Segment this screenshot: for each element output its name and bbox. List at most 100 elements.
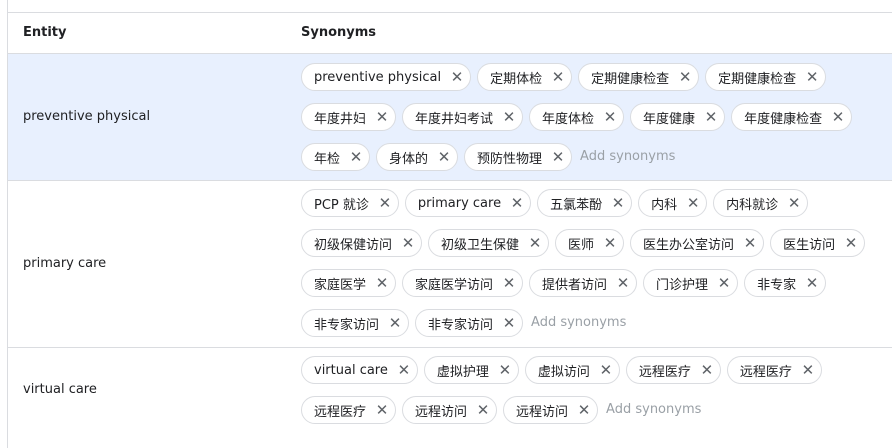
- synonym-chip[interactable]: 年度健康检查 ✕: [731, 103, 853, 131]
- close-icon[interactable]: ✕: [375, 275, 389, 291]
- close-icon[interactable]: ✕: [476, 402, 490, 418]
- close-icon[interactable]: ✕: [805, 69, 819, 85]
- close-icon[interactable]: ✕: [787, 195, 801, 211]
- close-icon[interactable]: ✕: [577, 402, 591, 418]
- synonym-chip[interactable]: 非专家访问 ✕: [415, 309, 524, 337]
- add-synonyms-input[interactable]: Add synonyms: [606, 396, 701, 424]
- close-icon[interactable]: ✕: [603, 235, 617, 251]
- chip-row: 家庭医学 ✕ 家庭医学访问 ✕ 提供者访问 ✕ 门诊护理 ✕ 非专家 ✕: [301, 269, 832, 299]
- synonym-chip[interactable]: 初级卫生保健 ✕: [428, 229, 550, 257]
- entity-name[interactable]: virtual care: [23, 382, 97, 397]
- synonym-chip[interactable]: primary care ✕: [404, 189, 532, 217]
- synonym-chip[interactable]: 医师 ✕: [555, 229, 625, 257]
- synonyms-cell: preventive physical ✕ 定期体检 ✕ 定期健康检查 ✕ 定期健康检查 ✕ …: [301, 54, 892, 180]
- synonym-chip[interactable]: 远程医疗 ✕: [301, 396, 397, 424]
- close-icon[interactable]: ✕: [437, 149, 451, 165]
- entity-name[interactable]: primary care: [23, 256, 106, 271]
- close-icon[interactable]: ✕: [502, 315, 516, 331]
- close-icon[interactable]: ✕: [510, 195, 524, 211]
- synonyms-column-header: Synonyms: [301, 25, 377, 40]
- chip-row: 初级保健访问 ✕ 初级卫生保健 ✕ 医师 ✕ 医生办公室访问 ✕ 医生访问 ✕: [301, 229, 871, 259]
- synonym-chip[interactable]: 远程访问 ✕: [503, 396, 599, 424]
- add-synonyms-input[interactable]: Add synonyms: [531, 309, 626, 337]
- synonym-chip[interactable]: 年度井妇 ✕: [301, 103, 397, 131]
- close-icon[interactable]: ✕: [551, 69, 565, 85]
- close-icon[interactable]: ✕: [611, 195, 625, 211]
- close-icon[interactable]: ✕: [603, 109, 617, 125]
- synonyms-cell: PCP 就诊 ✕ primary care ✕ 五氯苯酚 ✕ 内科 ✕ 内科就诊 ✕ 初级保健访问…: [301, 181, 892, 347]
- close-icon[interactable]: ✕: [743, 235, 757, 251]
- close-icon[interactable]: ✕: [498, 362, 512, 378]
- close-icon[interactable]: ✕: [616, 275, 630, 291]
- close-icon[interactable]: ✕: [801, 362, 815, 378]
- synonym-chip[interactable]: 医生办公室访问 ✕: [630, 229, 765, 257]
- synonym-chip[interactable]: 家庭医学访问 ✕: [402, 269, 524, 297]
- chip-row: 非专家访问 ✕ 非专家访问 ✕ Add synonyms: [301, 309, 626, 339]
- synonym-chip[interactable]: 虚拟护理 ✕: [423, 356, 519, 384]
- synonym-chip[interactable]: 远程医疗 ✕: [726, 356, 822, 384]
- close-icon[interactable]: ✕: [375, 402, 389, 418]
- synonym-chip[interactable]: 年度体检 ✕: [529, 103, 625, 131]
- entity-table: Entity Synonyms preventive physical prev…: [7, 0, 892, 448]
- synonym-chip[interactable]: 医生访问 ✕: [770, 229, 866, 257]
- synonym-chip[interactable]: 初级保健访问 ✕: [301, 229, 423, 257]
- add-synonyms-input[interactable]: Add synonyms: [580, 143, 675, 171]
- close-icon[interactable]: ✕: [599, 362, 613, 378]
- synonym-chip[interactable]: 年度健康 ✕: [630, 103, 726, 131]
- synonym-chip[interactable]: 远程访问 ✕: [402, 396, 498, 424]
- close-icon[interactable]: ✕: [805, 275, 819, 291]
- close-icon[interactable]: ✕: [700, 362, 714, 378]
- synonym-chip[interactable]: 提供者访问 ✕: [529, 269, 638, 297]
- table-header-row: Entity Synonyms: [7, 13, 892, 54]
- synonym-chip[interactable]: 定期体检 ✕: [477, 63, 573, 91]
- synonym-chip[interactable]: 门诊护理 ✕: [643, 269, 739, 297]
- chip-row: 年度井妇 ✕ 年度井妇考试 ✕ 年度体检 ✕ 年度健康 ✕ 年度健康检查 ✕: [301, 103, 858, 133]
- synonym-chip[interactable]: 身体的 ✕: [376, 143, 459, 171]
- chip-row: virtual care ✕ 虚拟护理 ✕ 虚拟访问 ✕ 远程医疗 ✕ 远程医疗 ✕: [301, 356, 828, 386]
- close-icon[interactable]: ✕: [502, 275, 516, 291]
- chip-row: PCP 就诊 ✕ primary care ✕ 五氯苯酚 ✕ 内科 ✕ 内科就诊 ✕: [301, 189, 814, 219]
- synonym-chip[interactable]: 年度井妇考试 ✕: [402, 103, 524, 131]
- close-icon[interactable]: ✕: [397, 362, 411, 378]
- synonym-chip[interactable]: 年检 ✕: [301, 143, 371, 171]
- synonym-chip[interactable]: virtual care ✕: [301, 356, 418, 384]
- close-icon[interactable]: ✕: [704, 109, 718, 125]
- synonym-chip[interactable]: 非专家访问 ✕: [301, 309, 410, 337]
- close-icon[interactable]: ✕: [686, 195, 700, 211]
- close-icon[interactable]: ✕: [388, 315, 402, 331]
- synonyms-cell: virtual care ✕ 虚拟护理 ✕ 虚拟访问 ✕ 远程医疗 ✕ 远程医疗 ✕ 远程医疗 ✕ 远…: [301, 348, 892, 448]
- close-icon[interactable]: ✕: [502, 109, 516, 125]
- synonym-chip[interactable]: 预防性物理 ✕: [464, 143, 573, 171]
- table-top-border: [7, 0, 892, 13]
- close-icon[interactable]: ✕: [349, 149, 363, 165]
- close-icon[interactable]: ✕: [717, 275, 731, 291]
- close-icon[interactable]: ✕: [375, 109, 389, 125]
- synonym-chip[interactable]: preventive physical ✕: [301, 63, 472, 91]
- close-icon[interactable]: ✕: [844, 235, 858, 251]
- synonym-chip[interactable]: 家庭医学 ✕: [301, 269, 397, 297]
- table-row[interactable]: preventive physical preventive physical ✕…: [7, 54, 892, 181]
- chip-row: 远程医疗 ✕ 远程访问 ✕ 远程访问 ✕ Add synonyms: [301, 396, 701, 426]
- synonym-chip[interactable]: 内科就诊 ✕: [713, 189, 809, 217]
- entity-name[interactable]: preventive physical: [23, 109, 150, 124]
- entity-column-header: Entity: [23, 25, 67, 40]
- close-icon[interactable]: ✕: [401, 235, 415, 251]
- synonym-chip[interactable]: 定期健康检查 ✕: [705, 63, 827, 91]
- close-icon[interactable]: ✕: [831, 109, 845, 125]
- table-row[interactable]: primary care PCP 就诊 ✕ primary care ✕ 五氯苯酚 ✕ 内科…: [7, 181, 892, 348]
- close-icon[interactable]: ✕: [528, 235, 542, 251]
- close-icon[interactable]: ✕: [450, 69, 464, 85]
- table-row[interactable]: virtual care virtual care ✕ 虚拟护理 ✕ 虚拟访问 ✕ 远程医疗…: [7, 348, 892, 448]
- close-icon[interactable]: ✕: [378, 195, 392, 211]
- chip-row: 年检 ✕ 身体的 ✕ 预防性物理 ✕ Add synonyms: [301, 143, 675, 173]
- synonym-chip[interactable]: 五氯苯酚 ✕: [537, 189, 633, 217]
- close-icon[interactable]: ✕: [551, 149, 565, 165]
- chip-row: preventive physical ✕ 定期体检 ✕ 定期健康检查 ✕ 定期健康检查 ✕: [301, 63, 832, 93]
- synonym-chip[interactable]: 非专家 ✕: [744, 269, 827, 297]
- synonym-chip[interactable]: 内科 ✕: [638, 189, 708, 217]
- close-icon[interactable]: ✕: [678, 69, 692, 85]
- synonym-chip[interactable]: 定期健康检查 ✕: [578, 63, 700, 91]
- synonym-chip[interactable]: 远程医疗 ✕: [625, 356, 721, 384]
- synonym-chip[interactable]: PCP 就诊 ✕: [301, 189, 399, 217]
- synonym-chip[interactable]: 虚拟访问 ✕: [524, 356, 620, 384]
